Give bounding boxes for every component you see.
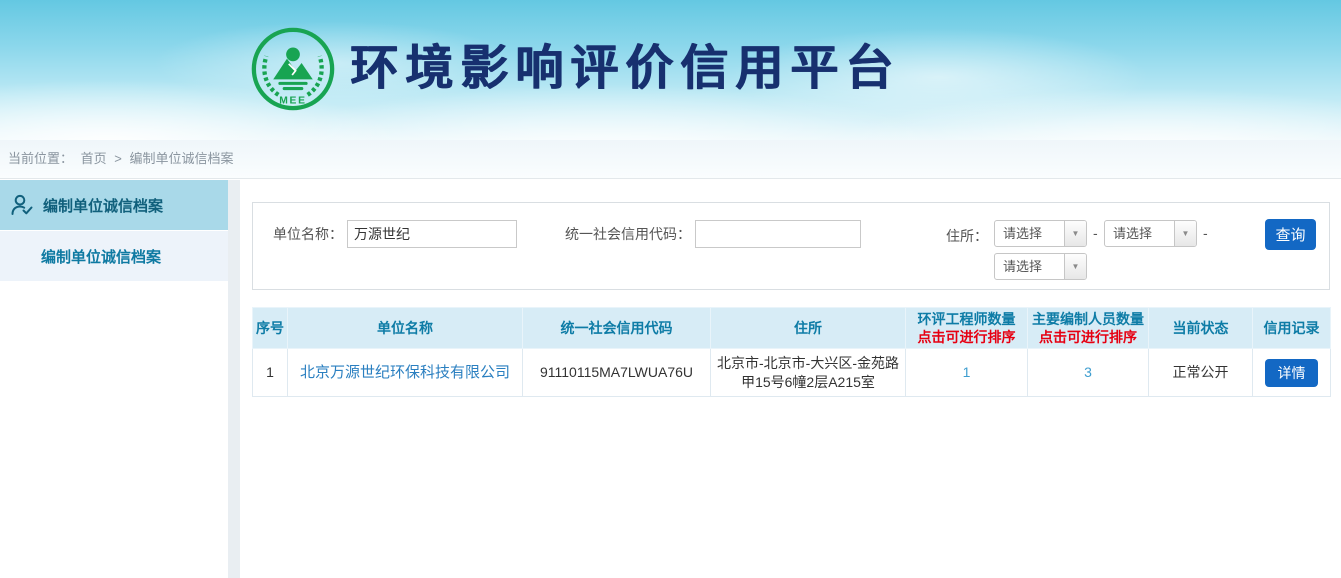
table-header-row: 序号 单位名称 统一社会信用代码 住所 环评工程师数量 点击可进行排序 主要编制… <box>253 308 1331 349</box>
results-table: 序号 单位名称 统一社会信用代码 住所 环评工程师数量 点击可进行排序 主要编制… <box>252 307 1331 397</box>
query-button[interactable]: 查询 <box>1265 219 1316 250</box>
sidebar-subitem-unit-credit-archive[interactable]: 编制单位诚信档案 <box>0 231 228 281</box>
col-header-address: 住所 <box>711 308 906 349</box>
svg-text:MEE: MEE <box>279 95 307 106</box>
col-header-unit-name: 单位名称 <box>288 308 523 349</box>
province-select[interactable]: 请选择 ▼ <box>994 220 1087 247</box>
col-header-credit-code: 统一社会信用代码 <box>523 308 711 349</box>
person-check-icon <box>10 193 34 217</box>
page-title: 环境影响评价信用平台 <box>350 40 900 98</box>
col-header-index: 序号 <box>253 308 288 349</box>
residence-label: 住所： <box>946 226 988 246</box>
breadcrumb: 当前位置： 首页 > 编制单位诚信档案 <box>0 140 1341 179</box>
credit-code-label: 统一社会信用代码： <box>565 226 691 242</box>
district-select[interactable]: 请选择 ▼ <box>994 253 1087 280</box>
sidebar: 编制单位诚信档案 编制单位诚信档案 <box>0 180 228 578</box>
breadcrumb-home-link[interactable]: 首页 <box>81 151 107 166</box>
sidebar-subitem-label: 编制单位诚信档案 <box>41 246 161 267</box>
detail-button[interactable]: 详情 <box>1265 359 1318 387</box>
engineer-count-link[interactable]: 1 <box>963 364 971 380</box>
search-panel: 单位名称： 统一社会信用代码： 住所： 请选择 ▼ - 请选择 ▼ - 请选择 … <box>252 202 1330 290</box>
mee-logo-icon: MEE <box>250 26 336 112</box>
dash-separator: - <box>1203 225 1208 241</box>
city-select-value: 请选择 <box>1105 221 1174 246</box>
credit-code-value: 91110115MA7LWUA76U <box>523 349 711 397</box>
unit-name-input[interactable] <box>347 220 517 248</box>
header-banner: MEE 环境影响评价信用平台 <box>0 0 1341 140</box>
staff-count-link[interactable]: 3 <box>1084 364 1092 380</box>
company-name-link[interactable]: 北京万源世纪环保科技有限公司 <box>300 364 510 381</box>
chevron-down-icon: ▼ <box>1064 221 1086 246</box>
chevron-down-icon: ▼ <box>1064 254 1086 279</box>
col-header-engineer-count-sortable[interactable]: 环评工程师数量 点击可进行排序 <box>906 308 1028 349</box>
unit-name-label: 单位名称： <box>273 226 343 242</box>
table-row: 1 北京万源世纪环保科技有限公司 91110115MA7LWUA76U 北京市-… <box>253 349 1331 397</box>
status-value: 正常公开 <box>1149 349 1253 397</box>
main-content: 单位名称： 统一社会信用代码： 住所： 请选择 ▼ - 请选择 ▼ - 请选择 … <box>240 179 1341 578</box>
dash-separator: - <box>1093 225 1098 241</box>
city-select[interactable]: 请选择 ▼ <box>1104 220 1197 247</box>
col-header-status: 当前状态 <box>1149 308 1253 349</box>
col-header-credit-record: 信用记录 <box>1253 308 1331 349</box>
breadcrumb-current: 编制单位诚信档案 <box>130 151 234 166</box>
breadcrumb-label: 当前位置： <box>8 151 73 166</box>
breadcrumb-separator: > <box>114 151 122 166</box>
col-header-staff-count-sortable[interactable]: 主要编制人员数量 点击可进行排序 <box>1028 308 1149 349</box>
address-value: 北京市-北京市-大兴区-金苑路甲15号6幢2层A215室 <box>711 349 906 397</box>
province-select-value: 请选择 <box>995 221 1064 246</box>
sidebar-item-label: 编制单位诚信档案 <box>43 195 163 216</box>
sidebar-divider <box>228 180 240 578</box>
district-select-value: 请选择 <box>995 254 1064 279</box>
sort-hint: 点击可进行排序 <box>1030 328 1146 346</box>
row-index: 1 <box>253 349 288 397</box>
credit-code-input[interactable] <box>695 220 861 248</box>
sidebar-item-unit-credit-archive[interactable]: 编制单位诚信档案 <box>0 180 228 230</box>
sort-hint: 点击可进行排序 <box>908 328 1025 346</box>
chevron-down-icon: ▼ <box>1174 221 1196 246</box>
